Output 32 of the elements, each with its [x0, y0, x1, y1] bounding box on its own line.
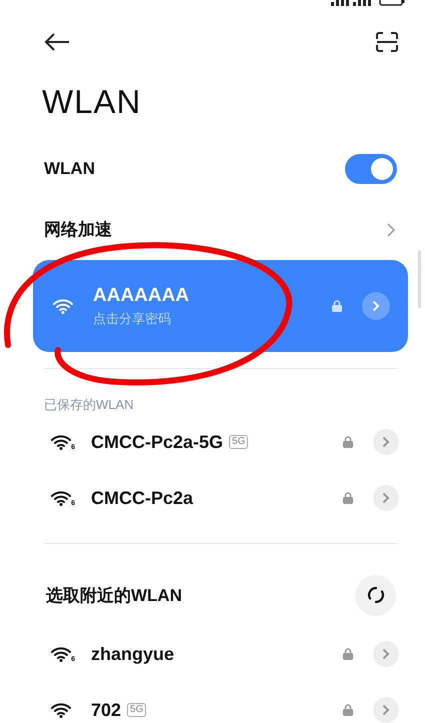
- refresh-icon: [366, 585, 386, 605]
- wifi-icon: [53, 298, 73, 314]
- chevron-icon: [372, 300, 380, 312]
- back-icon[interactable]: [44, 33, 70, 51]
- refresh-button[interactable]: [355, 574, 396, 616]
- scan-icon[interactable]: [376, 32, 398, 52]
- chevron-icon: [382, 704, 390, 716]
- network-name[interactable]: 702: [91, 700, 122, 720]
- band-tag: 5G: [127, 703, 146, 717]
- page-title: WLAN: [42, 82, 142, 122]
- wlan-label: WLAN: [44, 158, 95, 178]
- details-button[interactable]: [373, 641, 399, 667]
- chevron-icon: [382, 436, 390, 448]
- wlan-switch[interactable]: [345, 154, 397, 184]
- scrollbar: [418, 250, 421, 308]
- details-button[interactable]: [373, 485, 399, 511]
- section-heading: 选取附近的WLAN: [46, 584, 182, 606]
- chevron-icon: [387, 222, 395, 236]
- network-name[interactable]: CMCC-Pc2a: [91, 488, 194, 508]
- details-button[interactable]: [373, 697, 399, 723]
- band-tag: 5G: [229, 435, 248, 449]
- network-boost-label[interactable]: 网络加速: [44, 218, 112, 241]
- network-name: AAAAAAA: [93, 284, 190, 306]
- chevron-icon: [382, 648, 390, 660]
- share-password-hint: 点击分享密码: [93, 310, 172, 328]
- network-name[interactable]: zhangyue: [91, 644, 174, 664]
- details-button[interactable]: [362, 292, 390, 320]
- details-button[interactable]: [373, 429, 399, 455]
- connected-network-card[interactable]: AAAAAAA 点击分享密码: [33, 260, 408, 352]
- section-heading: 已保存的WLAN: [44, 396, 135, 414]
- chevron-icon: [382, 492, 390, 504]
- network-name[interactable]: CMCC-Pc2a-5G: [91, 432, 224, 452]
